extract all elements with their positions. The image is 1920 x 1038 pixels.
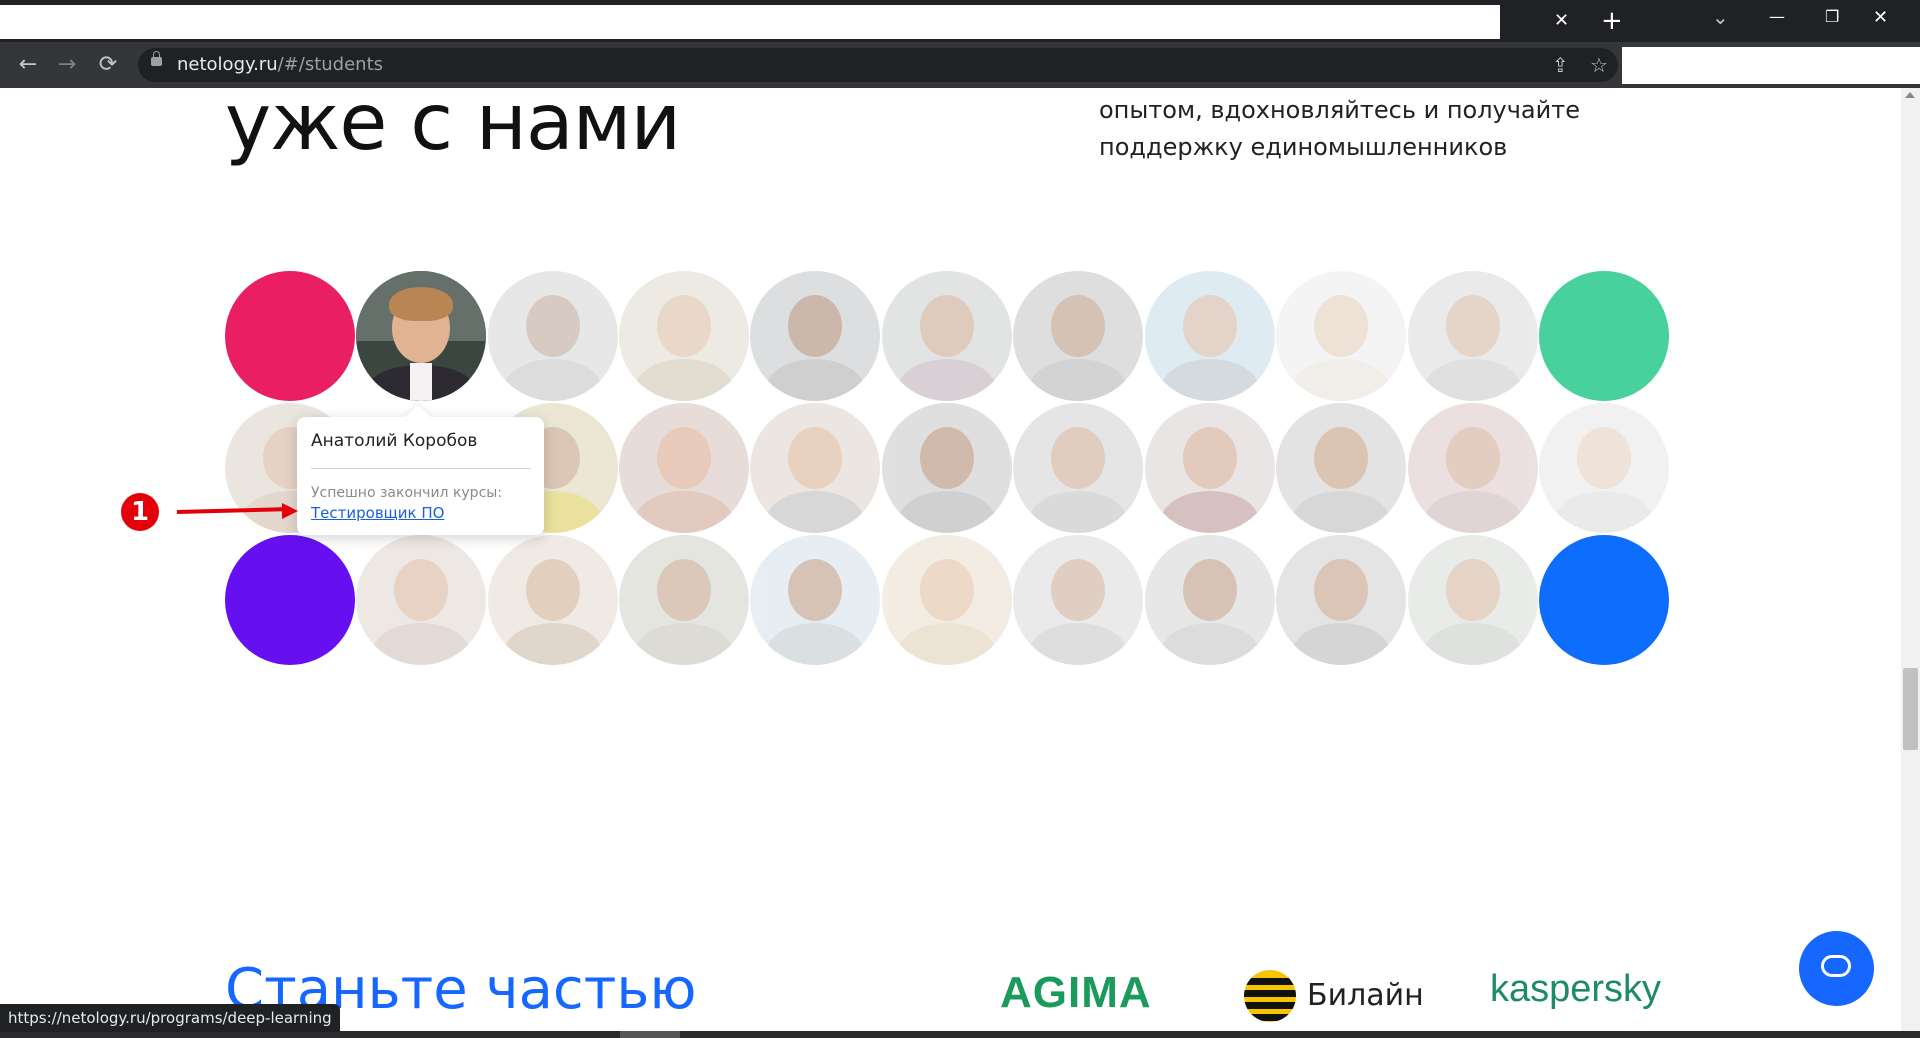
reload-icon[interactable]: ⟳ — [94, 51, 122, 79]
student-avatar[interactable] — [356, 535, 486, 665]
student-avatar[interactable] — [750, 403, 880, 533]
extension-area — [1622, 47, 1920, 84]
hero-description-line: поддержку единомышленников — [1099, 133, 1508, 161]
vertical-scrollbar[interactable] — [1901, 88, 1920, 1032]
student-avatar[interactable] — [1013, 535, 1143, 665]
annotation-marker: 1 — [121, 493, 159, 531]
student-avatar[interactable] — [882, 271, 1012, 401]
accent-circle-green — [1539, 271, 1669, 401]
completed-courses-label: Успешно закончил курсы: — [311, 485, 503, 501]
student-avatar[interactable] — [750, 535, 880, 665]
partner-logo-kaspersky: kaspersky — [1490, 968, 1662, 1010]
link-status-bar: https://netology.ru/programs/deep-learni… — [0, 1004, 340, 1032]
partner-logo-agima: AGIMA — [1000, 968, 1152, 1017]
horizontal-scrollbar[interactable] — [0, 1031, 1920, 1038]
tooltip-divider — [311, 468, 531, 469]
student-avatar[interactable] — [1408, 403, 1538, 533]
student-avatar[interactable] — [1408, 271, 1538, 401]
new-tab-icon[interactable]: + — [1601, 8, 1623, 34]
accent-circle-purple — [225, 535, 355, 665]
student-avatar[interactable] — [1013, 403, 1143, 533]
url-host: netology.ru — [177, 54, 278, 75]
student-avatar[interactable] — [882, 403, 1012, 533]
lock-icon[interactable] — [151, 51, 162, 66]
partner-logo-beeline: Билайн — [1307, 978, 1424, 1013]
tab-search-icon[interactable]: ⌄ — [1712, 7, 1729, 27]
hero-description: опытом, вдохновляйтесь и получайте подде… — [1099, 92, 1639, 166]
student-name: Анатолий Коробов — [311, 431, 478, 451]
hero-description-line: опытом, вдохновляйтесь и получайте — [1099, 96, 1580, 124]
active-tab[interactable] — [0, 5, 1500, 39]
chat-button[interactable] — [1799, 931, 1874, 1006]
student-avatar[interactable] — [488, 535, 618, 665]
horizontal-scrollbar-thumb[interactable] — [620, 1031, 680, 1038]
student-avatar[interactable] — [882, 535, 1012, 665]
avatar-shirt — [410, 363, 432, 401]
chat-bubble-icon — [1821, 955, 1851, 977]
student-avatar[interactable] — [1276, 403, 1406, 533]
window-close-icon[interactable]: ✕ — [1873, 9, 1888, 27]
student-avatar[interactable] — [750, 271, 880, 401]
course-link[interactable]: Тестировщик ПО — [311, 504, 444, 522]
scrollbar-thumb[interactable] — [1903, 668, 1918, 750]
student-avatar[interactable] — [619, 403, 749, 533]
student-avatar-active[interactable] — [356, 271, 486, 401]
scroll-up-arrow-icon[interactable] — [1905, 92, 1915, 98]
student-avatar[interactable] — [619, 271, 749, 401]
tab-close-icon[interactable]: ✕ — [1554, 12, 1569, 30]
accent-circle-blue — [1539, 535, 1669, 665]
student-avatar[interactable] — [1145, 535, 1275, 665]
bookmark-star-icon[interactable]: ☆ — [1590, 53, 1608, 77]
student-avatar[interactable] — [1408, 535, 1538, 665]
student-avatar[interactable] — [1276, 535, 1406, 665]
student-avatar[interactable] — [1145, 271, 1275, 401]
student-avatar[interactable] — [1539, 403, 1669, 533]
share-icon[interactable]: ⇪ — [1552, 53, 1569, 77]
url-path: /#/students — [277, 54, 384, 75]
accent-circle-pink — [225, 271, 355, 401]
student-tooltip: Анатолий Коробов Успешно закончил курсы:… — [297, 417, 544, 535]
student-avatar[interactable] — [1145, 403, 1275, 533]
annotation-arrow-head — [282, 503, 298, 519]
forward-icon[interactable]: → — [53, 51, 81, 79]
student-avatar[interactable] — [488, 271, 618, 401]
back-icon[interactable]: ← — [14, 51, 42, 79]
beeline-logo-icon — [1244, 970, 1296, 1022]
restore-icon[interactable]: ❐ — [1825, 9, 1839, 25]
student-avatar[interactable] — [1276, 271, 1406, 401]
student-avatar[interactable] — [619, 535, 749, 665]
avatar-hair — [389, 287, 453, 321]
address-url[interactable]: netology.ru/#/students — [177, 54, 383, 76]
minimize-icon[interactable]: — — [1769, 9, 1785, 25]
page-title: уже с нами — [225, 78, 681, 168]
student-avatar[interactable] — [1013, 271, 1143, 401]
